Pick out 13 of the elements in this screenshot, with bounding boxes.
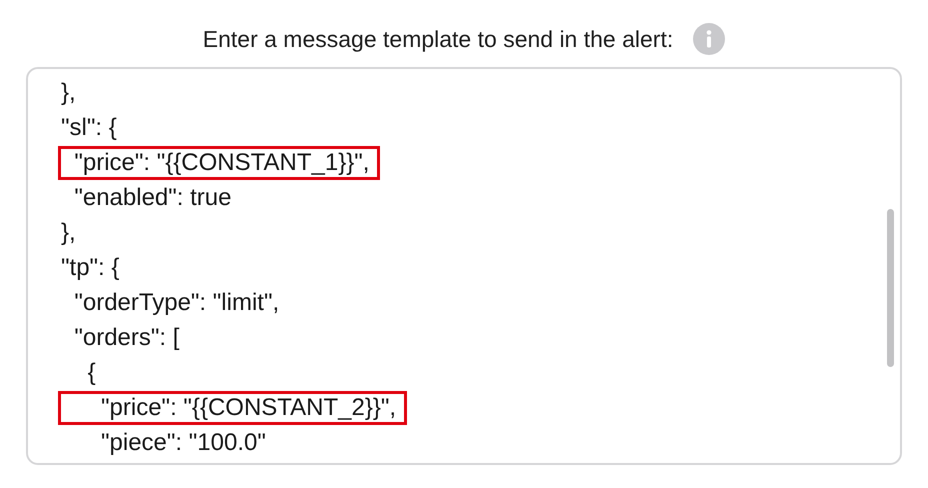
scrollbar-thumb[interactable]: [887, 209, 894, 367]
template-line: },: [60, 78, 77, 108]
template-line: "enabled": true: [73, 182, 232, 212]
template-line: },: [60, 218, 77, 248]
template-line: {: [86, 358, 97, 388]
field-label: Enter a message template to send in the alert:: [202, 24, 674, 54]
template-line: "orders": [: [73, 322, 180, 352]
template-line: "piece": "100.0": [100, 428, 267, 458]
template-line: "tp": {: [60, 252, 120, 282]
info-icon[interactable]: [693, 23, 726, 55]
template-line: "sl": {: [60, 112, 118, 142]
template-text-area[interactable]: }, "sl": { "price": "{{CONSTANT_1}}", "enabled": true }, "tp": { "orderType": "limit", "orders": [ { "price": "{{CONSTANT_2}}", "piece": "100.0": [26, 67, 902, 465]
template-line: "orderType": "limit",: [73, 288, 280, 318]
